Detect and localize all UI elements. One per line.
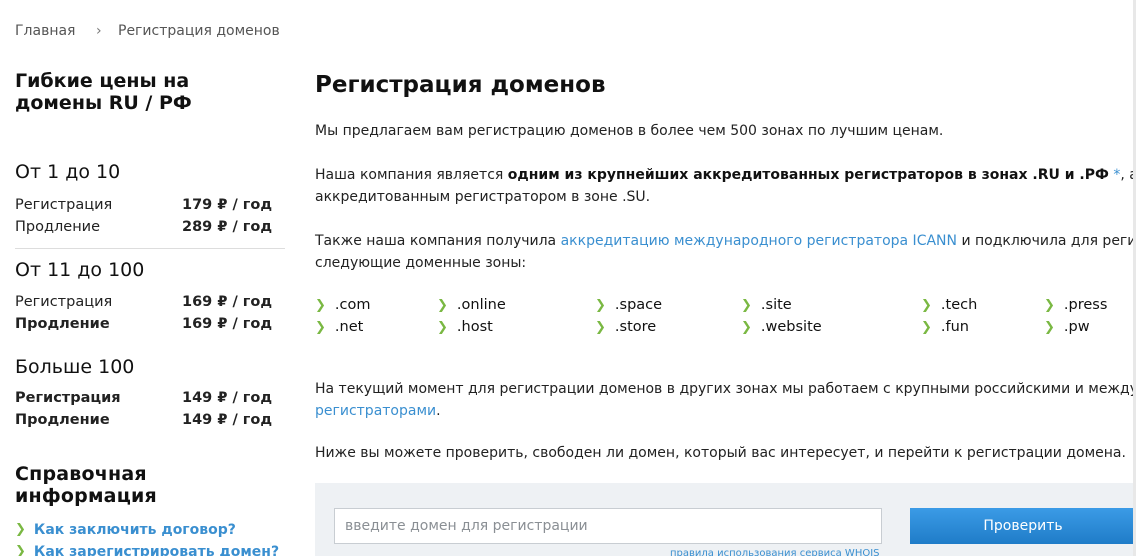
zone-label: .store (614, 319, 657, 335)
zone-item[interactable]: ❯ .press (1044, 294, 1107, 317)
chevron-right-icon: ❯ (15, 544, 26, 556)
zone-label: .online (456, 297, 506, 313)
footnote-marker[interactable]: * (1109, 167, 1120, 183)
check-button[interactable]: Проверить (910, 508, 1136, 544)
chevron-right-icon: ❯ (921, 320, 932, 335)
price-tier: От 11 до 100 Регистрация 169 ₽ / год Про… (15, 258, 285, 335)
main-content: Регистрация доменов Мы предлагаем вам ре… (315, 70, 1136, 464)
chevron-right-icon: ❯ (437, 298, 448, 313)
text: На текущий момент для регистрации домено… (315, 381, 1136, 397)
zone-label: .fun (940, 319, 969, 335)
price-value: 149 ₽ / год (182, 412, 273, 428)
chevron-right-icon: ❯ (1044, 320, 1055, 335)
price-label: Регистрация (15, 390, 121, 406)
chevron-right-icon: ❯ (595, 320, 606, 335)
price-value: 169 ₽ / год (182, 294, 273, 310)
breadcrumb: Главная › Регистрация доменов (15, 23, 280, 39)
sidebar: Гибкие цены на домены RU / РФ От 1 до 10… (15, 70, 285, 556)
accreditation-paragraph: Наша компания является одним из крупнейш… (315, 164, 1136, 208)
check-domain-paragraph: Ниже вы можете проверить, свободен ли до… (315, 445, 1126, 461)
icann-paragraph: Также наша компания получила аккредитаци… (315, 230, 1136, 274)
chevron-right-icon: ❯ (741, 320, 752, 335)
price-label: Регистрация (15, 294, 113, 310)
domain-zones-list: ❯ .com ❯ .net ❯ .online ❯ .host ❯ .space ❯ .st… (315, 294, 1136, 338)
zone-label: .site (760, 297, 792, 313)
zone-item[interactable]: ❯ .store (595, 316, 656, 339)
price-row: Продление 149 ₽ / год (15, 409, 285, 431)
price-value: 149 ₽ / год (182, 390, 273, 406)
chevron-right-icon: ❯ (1044, 298, 1055, 313)
zone-item[interactable]: ❯ .host (437, 316, 493, 339)
price-tier: Больше 100 Регистрация 149 ₽ / год Продл… (15, 355, 285, 431)
zone-item[interactable]: ❯ .tech (921, 294, 977, 317)
price-value: 169 ₽ / год (182, 316, 273, 332)
price-row: Продление 169 ₽ / год (15, 313, 285, 335)
domain-search-input[interactable] (334, 508, 882, 544)
zone-label: .space (614, 297, 663, 313)
price-value: 179 ₽ / год (182, 197, 273, 213)
zone-item[interactable]: ❯ .online (437, 294, 506, 317)
price-row: Регистрация 169 ₽ / год (15, 291, 285, 313)
text: следующие доменные зоны: (315, 255, 527, 271)
zone-label: .tech (940, 297, 978, 313)
zone-label: .host (456, 319, 493, 335)
link-label: Как зарегистрировать домен? (33, 544, 280, 556)
price-label: Продление (15, 316, 110, 332)
price-tier: От 1 до 10 Регистрация 179 ₽ / год Продл… (15, 160, 285, 238)
chevron-right-icon: ❯ (315, 298, 326, 313)
page-title: Регистрация доменов (315, 72, 606, 98)
zone-item[interactable]: ❯ .net (315, 316, 363, 339)
zone-label: .pw (1063, 319, 1090, 335)
sidebar-heading: Гибкие цены на домены RU / РФ (15, 70, 192, 114)
zone-item[interactable]: ❯ .space (595, 294, 662, 317)
chevron-right-icon: ❯ (15, 522, 26, 537)
registrars-link[interactable]: регистраторами (315, 403, 436, 419)
price-value: 289 ₽ / год (182, 219, 273, 235)
how-to-sign-contract-link[interactable]: ❯ Как заключить договор? (15, 519, 285, 541)
intro-paragraph: Мы предлагаем вам регистрацию доменов в … (315, 123, 944, 139)
zone-label: .net (334, 319, 364, 335)
zone-label: .press (1063, 297, 1108, 313)
price-row: Регистрация 149 ₽ / год (15, 387, 285, 409)
chevron-right-icon: ❯ (595, 298, 606, 313)
page: Главная › Регистрация доменов Гибкие цен… (0, 0, 1136, 556)
text: Наша компания является (315, 167, 508, 183)
how-to-register-domain-link[interactable]: ❯ Как зарегистрировать домен? (15, 541, 285, 556)
price-label: Продление (15, 412, 110, 428)
tier-title: От 1 до 10 (15, 161, 121, 183)
breadcrumb-current: Регистрация доменов (118, 23, 280, 39)
text: аккредитованным регистратором в зоне .SU… (315, 189, 651, 205)
link-label: Как заключить договор? (33, 522, 236, 538)
text: . (436, 403, 441, 419)
breadcrumb-home-link[interactable]: Главная (15, 23, 75, 39)
tier-title: От 11 до 100 (15, 259, 145, 281)
text: Также наша компания получила (315, 233, 561, 249)
domain-search-panel: Проверить правила использования сервиса … (315, 483, 1136, 556)
price-label: Регистрация (15, 197, 113, 213)
price-row: Регистрация 179 ₽ / год (15, 194, 285, 216)
reference-info-heading: Справочная информация (15, 463, 157, 507)
zone-item[interactable]: ❯ .website (741, 316, 822, 339)
icann-accreditation-link[interactable]: аккредитацию международного регистратора… (561, 233, 957, 249)
divider (15, 248, 285, 249)
chevron-right-icon: ❯ (741, 298, 752, 313)
zone-label: .com (334, 297, 371, 313)
chevron-right-icon: › (95, 23, 102, 39)
whois-rules-link[interactable]: правила использования сервиса WHOIS (670, 548, 880, 556)
chevron-right-icon: ❯ (921, 298, 932, 313)
text: и подключила для регистрации (961, 233, 1136, 249)
partners-paragraph: На текущий момент для регистрации домено… (315, 378, 1136, 422)
zone-label: .website (760, 319, 822, 335)
tier-title: Больше 100 (15, 356, 135, 378)
chevron-right-icon: ❯ (437, 320, 448, 335)
chevron-right-icon: ❯ (315, 320, 326, 335)
zone-item[interactable]: ❯ .fun (921, 316, 969, 339)
zone-item[interactable]: ❯ .pw (1044, 316, 1090, 339)
bold-text: одним из крупнейших аккредитованных реги… (507, 167, 1109, 183)
zone-item[interactable]: ❯ .site (741, 294, 792, 317)
price-label: Продление (15, 219, 101, 235)
zone-item[interactable]: ❯ .com (315, 294, 370, 317)
price-row: Продление 289 ₽ / год (15, 216, 285, 238)
